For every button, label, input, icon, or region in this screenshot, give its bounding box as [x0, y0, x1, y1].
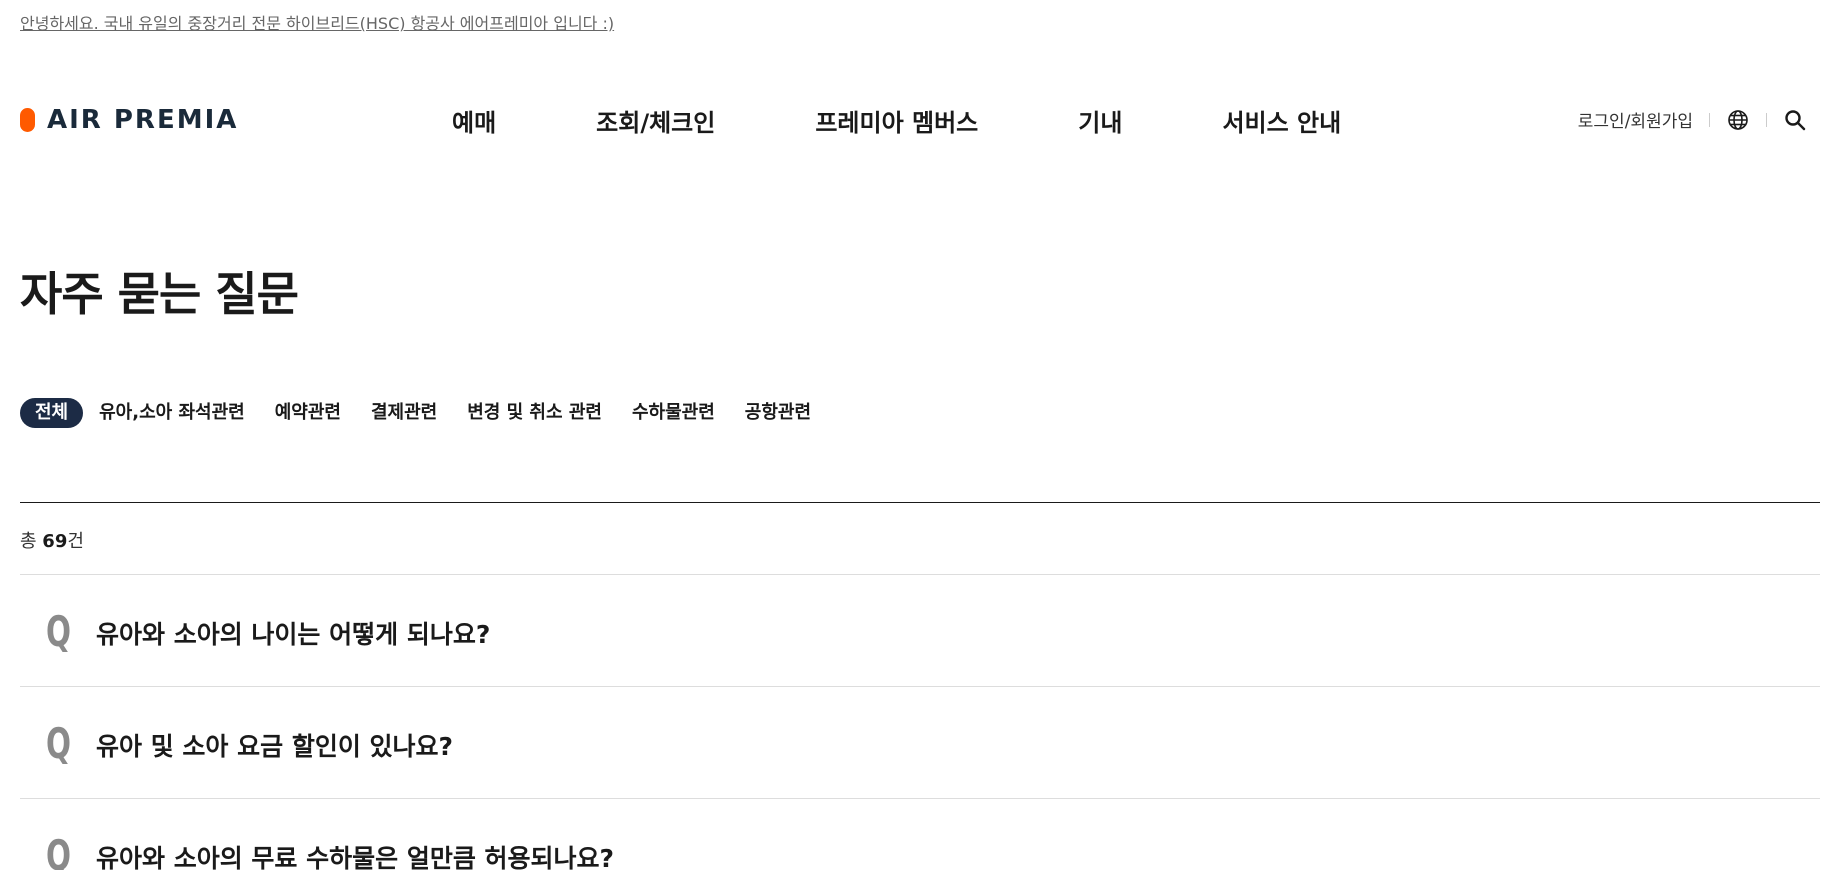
- count-value: 69: [42, 531, 68, 552]
- question-marker: Q: [46, 831, 72, 870]
- nav-item-inflight[interactable]: 기내: [1078, 103, 1122, 138]
- nav-item-booking[interactable]: 예매: [452, 103, 496, 138]
- count-prefix: 총: [20, 531, 43, 552]
- utility-menu: 로그인/회원가입: [1578, 107, 1807, 132]
- tab-infant-child-seat[interactable]: 유아,소아 좌석관련: [99, 398, 245, 428]
- tab-airport[interactable]: 공항관련: [745, 398, 811, 428]
- login-signup-link[interactable]: 로그인/회원가입: [1578, 107, 1693, 132]
- faq-list: Q 유아와 소아의 나이는 어떻게 되나요? Q 유아 및 소아 요금 할인이 …: [20, 574, 1820, 870]
- list-top-divider: [20, 502, 1820, 503]
- util-divider: [1709, 112, 1710, 127]
- result-count: 총 69건: [20, 527, 84, 553]
- faq-question: 유아와 소아의 무료 수하물은 얼만큼 허용되나요?: [96, 844, 615, 870]
- logo-mark-icon: [20, 108, 35, 132]
- tab-all[interactable]: 전체: [20, 398, 84, 428]
- question-marker: Q: [46, 607, 72, 656]
- faq-item[interactable]: Q 유아와 소아의 무료 수하물은 얼만큼 허용되나요?: [20, 798, 1820, 870]
- faq-item[interactable]: Q 유아 및 소아 요금 할인이 있나요?: [20, 686, 1820, 798]
- util-divider: [1766, 112, 1767, 127]
- globe-icon[interactable]: [1726, 108, 1750, 132]
- tab-reservation[interactable]: 예약관련: [275, 398, 341, 428]
- main-nav: 예매 조회/체크인 프레미아 멤버스 기내 서비스 안내: [452, 103, 1341, 138]
- top-notice-link[interactable]: 안녕하세요. 국내 유일의 중장거리 전문 하이브리드(HSC) 항공사 에어프…: [20, 10, 614, 34]
- logo-text: AIR PREMIA: [47, 105, 239, 135]
- page-title: 자주 묻는 질문: [20, 267, 299, 321]
- logo[interactable]: AIR PREMIA: [20, 105, 238, 135]
- tab-payment[interactable]: 결제관련: [371, 398, 437, 428]
- search-icon[interactable]: [1783, 108, 1807, 132]
- faq-item[interactable]: Q 유아와 소아의 나이는 어떻게 되나요?: [20, 574, 1820, 686]
- tab-change-cancel[interactable]: 변경 및 취소 관련: [467, 398, 602, 428]
- nav-item-service[interactable]: 서비스 안내: [1222, 103, 1341, 138]
- page: 안녕하세요. 국내 유일의 중장거리 전문 하이브리드(HSC) 항공사 에어프…: [0, 0, 1827, 870]
- faq-question: 유아와 소아의 나이는 어떻게 되나요?: [96, 620, 491, 649]
- faq-question: 유아 및 소아 요금 할인이 있나요?: [96, 732, 454, 761]
- nav-item-members[interactable]: 프레미아 멤버스: [815, 103, 978, 138]
- category-tabs: 전체 유아,소아 좌석관련 예약관련 결제관련 변경 및 취소 관련 수하물관련…: [20, 398, 841, 428]
- question-marker: Q: [46, 719, 72, 768]
- nav-item-checkin[interactable]: 조회/체크인: [596, 103, 715, 138]
- count-suffix: 건: [67, 531, 84, 552]
- site-header: AIR PREMIA 예매 조회/체크인 프레미아 멤버스 기내 서비스 안내 …: [0, 95, 1827, 145]
- tab-baggage[interactable]: 수하물관련: [632, 398, 715, 428]
